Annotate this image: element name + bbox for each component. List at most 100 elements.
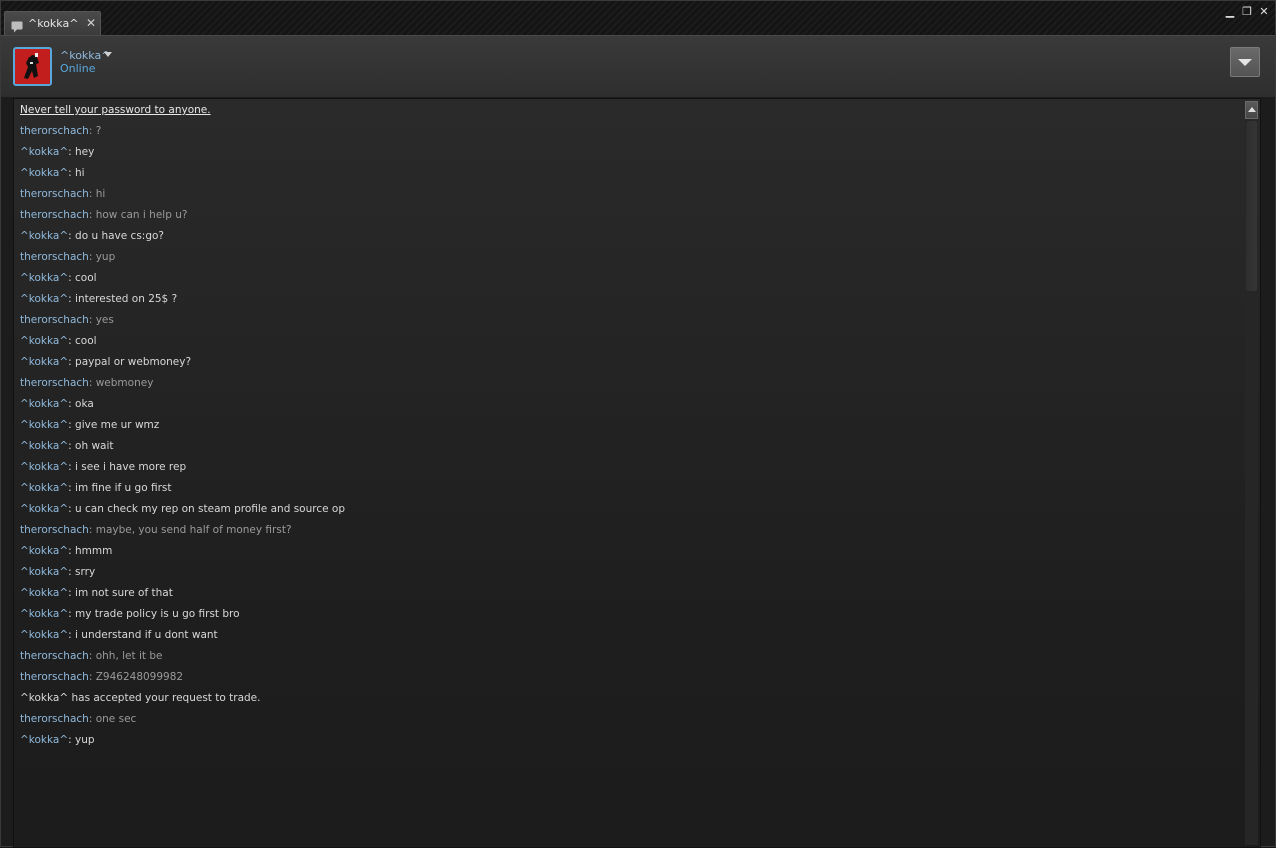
message-separator: : bbox=[68, 503, 76, 515]
chat-log[interactable]: Never tell your password to anyone. ther… bbox=[13, 98, 1261, 848]
chat-message: ^kokka^: oka bbox=[20, 397, 1240, 418]
chat-message: ^kokka^: hey bbox=[20, 145, 1240, 166]
system-message: ^kokka^ has accepted your request to tra… bbox=[20, 691, 1240, 712]
chat-menu-button[interactable] bbox=[1230, 47, 1260, 77]
message-text: yes bbox=[95, 314, 114, 326]
message-sender[interactable]: therorschach bbox=[20, 209, 89, 221]
message-text: srry bbox=[75, 566, 96, 578]
message-sender[interactable]: ^kokka^ bbox=[20, 293, 68, 305]
chat-message: ^kokka^: im fine if u go first bbox=[20, 481, 1240, 502]
close-icon[interactable]: ✕ bbox=[1257, 5, 1271, 19]
message-separator: : bbox=[68, 734, 76, 746]
message-separator: : bbox=[68, 230, 76, 242]
message-sender[interactable]: ^kokka^ bbox=[20, 335, 68, 347]
chat-message: ^kokka^: hmmm bbox=[20, 544, 1240, 565]
chat-message: ^kokka^: paypal or webmoney? bbox=[20, 355, 1240, 376]
chat-message: ^kokka^: u can check my rep on steam pro… bbox=[20, 502, 1240, 523]
message-sender[interactable]: ^kokka^ bbox=[20, 440, 68, 452]
message-sender[interactable]: therorschach bbox=[20, 524, 89, 536]
chat-tab[interactable]: ^kokka^ ✕ bbox=[4, 11, 101, 36]
chat-message: therorschach: webmoney bbox=[20, 376, 1240, 397]
message-sender[interactable]: ^kokka^ bbox=[20, 272, 68, 284]
message-text: how can i help u? bbox=[95, 209, 188, 221]
message-text: yup bbox=[95, 251, 116, 263]
chat-bubble-icon bbox=[11, 18, 23, 33]
chat-message: therorschach: Z946248099982 bbox=[20, 670, 1240, 691]
message-sender[interactable]: therorschach bbox=[20, 650, 89, 662]
message-text: hmmm bbox=[75, 545, 113, 557]
message-text: hi bbox=[75, 167, 85, 179]
message-text: cool bbox=[75, 335, 97, 347]
message-separator: : bbox=[68, 419, 76, 431]
message-sender[interactable]: therorschach bbox=[20, 125, 89, 137]
title-bar[interactable]: ^kokka^ ✕ ▁ ❐ ✕ bbox=[1, 1, 1275, 36]
message-sender[interactable]: ^kokka^ bbox=[20, 482, 68, 494]
chat-message: ^kokka^: do u have cs:go? bbox=[20, 229, 1240, 250]
chevron-down-icon[interactable] bbox=[104, 52, 112, 57]
message-separator: : bbox=[88, 524, 96, 536]
message-sender[interactable]: ^kokka^ bbox=[20, 167, 68, 179]
chat-message: ^kokka^: interested on 25$ ? bbox=[20, 292, 1240, 313]
message-separator: : bbox=[68, 461, 76, 473]
chat-message: ^kokka^: give me ur wmz bbox=[20, 418, 1240, 439]
chat-message: therorschach: yup bbox=[20, 250, 1240, 271]
restore-icon[interactable]: ❐ bbox=[1240, 5, 1254, 19]
message-sender[interactable]: ^kokka^ bbox=[20, 608, 68, 620]
friend-header: ^kokka^ Online bbox=[1, 35, 1275, 97]
message-text: one sec bbox=[95, 713, 137, 725]
message-sender[interactable]: ^kokka^ bbox=[20, 587, 68, 599]
message-sender[interactable]: therorschach bbox=[20, 188, 89, 200]
chat-window: ^kokka^ ✕ ▁ ❐ ✕ ^kokka^ Online Never tel… bbox=[0, 0, 1276, 848]
message-text: webmoney bbox=[95, 377, 154, 389]
tab-title: ^kokka^ bbox=[28, 17, 79, 30]
message-text: i understand if u dont want bbox=[75, 629, 218, 641]
chat-message: ^kokka^: my trade policy is u go first b… bbox=[20, 607, 1240, 628]
message-sender[interactable]: therorschach bbox=[20, 314, 89, 326]
scroll-up-button[interactable] bbox=[1245, 101, 1258, 119]
message-sender[interactable]: ^kokka^ bbox=[20, 461, 68, 473]
scroll-thumb[interactable] bbox=[1246, 121, 1257, 291]
message-separator: : bbox=[68, 440, 76, 452]
message-sender[interactable]: therorschach bbox=[20, 671, 89, 683]
message-sender[interactable]: ^kokka^ bbox=[20, 566, 68, 578]
message-text: u can check my rep on steam profile and … bbox=[75, 503, 345, 515]
chat-message: therorschach: yes bbox=[20, 313, 1240, 334]
message-sender[interactable]: ^kokka^ bbox=[20, 545, 68, 557]
message-sender[interactable]: ^kokka^ bbox=[20, 398, 68, 410]
message-sender[interactable]: ^kokka^ bbox=[20, 734, 68, 746]
warning-text[interactable]: Never tell your password to anyone. bbox=[20, 104, 211, 116]
scrollbar[interactable] bbox=[1245, 101, 1258, 845]
avatar[interactable] bbox=[13, 47, 52, 86]
message-sender[interactable]: therorschach bbox=[20, 251, 89, 263]
message-separator: : bbox=[88, 251, 96, 263]
friend-name[interactable]: ^kokka^ bbox=[60, 49, 110, 62]
message-sender[interactable]: ^kokka^ bbox=[20, 146, 68, 158]
message-sender[interactable]: ^kokka^ bbox=[20, 503, 68, 515]
message-text: do u have cs:go? bbox=[75, 230, 164, 242]
system-message-text: ^kokka^ has accepted your request to tra… bbox=[20, 692, 261, 704]
chat-message: ^kokka^: cool bbox=[20, 334, 1240, 355]
message-sender[interactable]: ^kokka^ bbox=[20, 356, 68, 368]
message-sender[interactable]: ^kokka^ bbox=[20, 629, 68, 641]
message-separator: : bbox=[88, 125, 96, 137]
chat-message: therorschach: hi bbox=[20, 187, 1240, 208]
tab-close-icon[interactable]: ✕ bbox=[86, 17, 96, 29]
message-sender[interactable]: ^kokka^ bbox=[20, 230, 68, 242]
message-separator: : bbox=[68, 335, 76, 347]
message-text: oka bbox=[75, 398, 94, 410]
message-sender[interactable]: therorschach bbox=[20, 713, 89, 725]
message-text: my trade policy is u go first bro bbox=[75, 608, 240, 620]
message-text: ? bbox=[95, 125, 102, 137]
message-separator: : bbox=[88, 377, 96, 389]
chat-message: therorschach: maybe, you send half of mo… bbox=[20, 523, 1240, 544]
message-text: im fine if u go first bbox=[75, 482, 172, 494]
message-text: paypal or webmoney? bbox=[75, 356, 192, 368]
message-sender[interactable]: therorschach bbox=[20, 377, 89, 389]
minimize-icon[interactable]: ▁ bbox=[1223, 5, 1237, 19]
message-separator: : bbox=[88, 314, 96, 326]
message-separator: : bbox=[68, 587, 76, 599]
chat-message: ^kokka^: cool bbox=[20, 271, 1240, 292]
message-text: hey bbox=[75, 146, 95, 158]
message-sender[interactable]: ^kokka^ bbox=[20, 419, 68, 431]
chat-message: ^kokka^: im not sure of that bbox=[20, 586, 1240, 607]
